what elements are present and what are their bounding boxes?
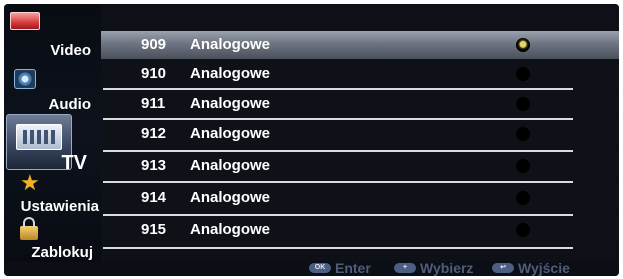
sidebar-item-label: Audio: [48, 96, 92, 113]
channel-name: Analogowe: [190, 189, 271, 206]
sidebar-item-label: Video: [50, 42, 91, 59]
channel-number: 912: [141, 125, 167, 142]
sidebar-item-label: Ustawienia: [20, 198, 99, 215]
tv-icon: [16, 124, 62, 150]
channel-name: Analogowe: [190, 125, 271, 142]
sidebar-item-label: Zablokuj: [31, 244, 93, 261]
channel-row[interactable]: 911 Analogowe: [101, 90, 619, 118]
lock-icon: [20, 217, 38, 240]
channel-status-indicator: [516, 223, 530, 237]
video-icon: [10, 12, 40, 30]
channel-name: Analogowe: [190, 65, 271, 82]
sidebar-item-audio[interactable]: Audio: [4, 66, 101, 114]
channel-number: 911: [141, 95, 166, 112]
channel-status-indicator: [516, 191, 530, 205]
channel-status-indicator: [516, 127, 530, 141]
row-divider: [103, 181, 573, 183]
channel-row[interactable]: 910 Analogowe: [101, 60, 619, 88]
star-icon: ★: [20, 170, 40, 195]
channel-list: 909 Analogowe 910 Analogowe 911 Analogow…: [101, 4, 619, 262]
channel-number: 914: [141, 189, 167, 206]
channel-name: Analogowe: [190, 36, 271, 53]
channel-status-indicator: [516, 159, 530, 173]
sidebar: Video Audio TV ★ Ustawienia Zablokuj: [4, 4, 101, 262]
ok-button-icon: OK: [309, 263, 331, 273]
row-divider: [103, 247, 573, 249]
channel-row[interactable]: 913 Analogowe: [101, 152, 619, 180]
channel-number: 909: [141, 36, 167, 53]
hint-label: Wybierz: [420, 260, 474, 276]
sidebar-item-label: TV: [61, 152, 87, 174]
channel-name: Analogowe: [190, 157, 271, 174]
channel-name: Analogowe: [190, 95, 271, 112]
channel-row[interactable]: 909 Analogowe: [101, 31, 619, 59]
speaker-icon: [14, 69, 36, 89]
hint-label: Enter: [335, 260, 371, 276]
channel-status-indicator: [516, 38, 530, 52]
sidebar-item-tv[interactable]: TV: [4, 114, 101, 174]
hint-label: Wyjście: [518, 260, 570, 276]
plus-button-icon: +: [394, 263, 416, 273]
channel-status-indicator: [516, 97, 530, 111]
channel-number: 915: [141, 221, 167, 238]
button-hint-bar: OK Enter + Wybierz ↩ Wyjście: [4, 260, 619, 276]
sidebar-item-lock[interactable]: Zablokuj: [4, 217, 101, 262]
tv-menu-screen: Video Audio TV ★ Ustawienia Zablokuj 909…: [4, 4, 619, 276]
channel-number: 910: [141, 65, 167, 82]
sidebar-item-video[interactable]: Video: [4, 4, 101, 68]
channel-row[interactable]: 914 Analogowe: [101, 184, 619, 212]
channel-row[interactable]: 915 Analogowe: [101, 216, 619, 244]
channel-row[interactable]: 912 Analogowe: [101, 120, 619, 148]
sidebar-item-settings[interactable]: ★ Ustawienia: [4, 170, 101, 222]
return-button-icon: ↩: [492, 263, 514, 273]
channel-number: 913: [141, 157, 167, 174]
channel-status-indicator: [516, 67, 530, 81]
channel-name: Analogowe: [190, 221, 271, 238]
